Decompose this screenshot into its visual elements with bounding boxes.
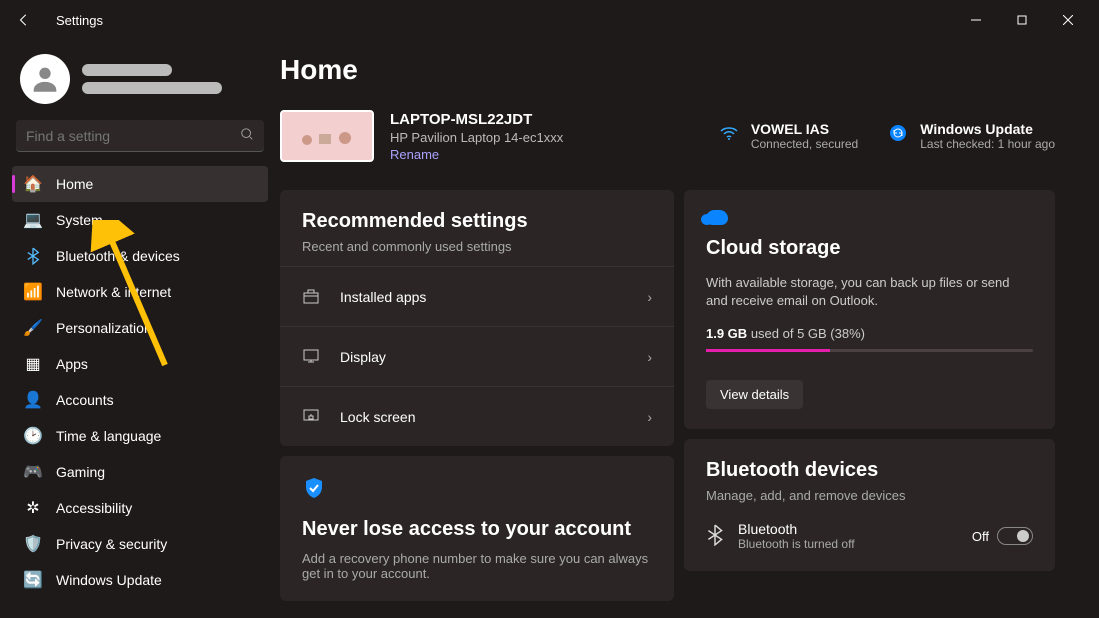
user-name-redacted [82, 64, 172, 76]
search-icon [240, 127, 254, 144]
storage-bar [706, 349, 1033, 352]
bluetooth-sub: Manage, add, and remove devices [706, 488, 1033, 503]
search-input[interactable] [26, 128, 240, 144]
bt-status: Bluetooth is turned off [738, 537, 958, 551]
nav-item-system[interactable]: 💻 System [12, 202, 268, 238]
nav-item-accessibility[interactable]: ✲ Accessibility [12, 490, 268, 526]
nav-icon: 🎮 [24, 463, 42, 481]
recovery-title: Never lose access to your account [302, 518, 652, 541]
rename-link[interactable]: Rename [390, 147, 563, 162]
device-model: HP Pavilion Laptop 14-ec1xxx [390, 130, 563, 145]
recommended-title: Recommended settings [302, 210, 652, 233]
setting-row-lock-screen[interactable]: Lock screen › [280, 386, 674, 446]
nav-label: Network & internet [56, 284, 171, 300]
bluetooth-toggle[interactable] [997, 527, 1033, 545]
nav-icon: 👤 [24, 391, 42, 409]
nav-item-windows-update[interactable]: 🔄 Windows Update [12, 562, 268, 598]
setting-row-installed-apps[interactable]: Installed apps › [280, 266, 674, 326]
nav-item-time-language[interactable]: 🕑 Time & language [12, 418, 268, 454]
minimize-button[interactable] [953, 4, 999, 36]
nav-label: System [56, 212, 103, 228]
nav-item-privacy-security[interactable]: 🛡️ Privacy & security [12, 526, 268, 562]
nav-label: Gaming [56, 464, 105, 480]
user-email-redacted [82, 82, 222, 94]
nav-item-network-internet[interactable]: 📶 Network & internet [12, 274, 268, 310]
setting-icon [302, 287, 322, 307]
nav-label: Accessibility [56, 500, 132, 516]
cloud-icon [706, 210, 728, 225]
page-title: Home [280, 54, 1055, 86]
nav-icon: 📶 [24, 283, 42, 301]
nav-icon [24, 247, 42, 265]
setting-label: Display [340, 349, 629, 365]
recommended-sub: Recent and commonly used settings [302, 239, 652, 254]
nav-label: Bluetooth & devices [56, 248, 180, 264]
device-name: LAPTOP-MSL22JDT [390, 111, 563, 128]
back-button[interactable] [8, 4, 40, 36]
wifi-status[interactable]: VOWEL IASConnected, secured [719, 121, 858, 151]
nav-label: Personalization [56, 320, 152, 336]
user-profile[interactable] [12, 50, 268, 108]
update-status[interactable]: Windows UpdateLast checked: 1 hour ago [888, 121, 1055, 151]
nav-label: Time & language [56, 428, 161, 444]
nav-item-home[interactable]: 🏠 Home [12, 166, 268, 202]
wifi-icon [719, 123, 739, 143]
chevron-right-icon: › [647, 409, 652, 425]
search-box[interactable] [16, 120, 264, 152]
shield-icon [302, 476, 652, 506]
cloud-card: Cloud storage With available storage, yo… [684, 190, 1055, 429]
recovery-card: Never lose access to your account Add a … [280, 456, 674, 601]
nav-label: Windows Update [56, 572, 162, 588]
nav-icon: 💻 [24, 211, 42, 229]
bt-name: Bluetooth [738, 521, 958, 537]
close-button[interactable] [1045, 4, 1091, 36]
cloud-desc: With available storage, you can back up … [706, 274, 1033, 310]
cloud-title: Cloud storage [706, 237, 1033, 260]
bluetooth-icon [706, 524, 724, 549]
setting-label: Installed apps [340, 289, 629, 305]
nav-icon: 🛡️ [24, 535, 42, 553]
recommended-card: Recommended settings Recent and commonly… [280, 190, 674, 446]
nav-icon: 🔄 [24, 571, 42, 589]
setting-label: Lock screen [340, 409, 629, 425]
nav-label: Home [56, 176, 93, 192]
setting-icon [302, 347, 322, 367]
toggle-label: Off [972, 529, 989, 544]
nav-icon: 🏠 [24, 175, 42, 193]
setting-icon [302, 407, 322, 427]
bluetooth-card: Bluetooth devices Manage, add, and remov… [684, 439, 1055, 571]
maximize-button[interactable] [999, 4, 1045, 36]
nav-icon: 🖌️ [24, 319, 42, 337]
chevron-right-icon: › [647, 289, 652, 305]
nav-label: Accounts [56, 392, 114, 408]
cloud-usage: 1.9 GB used of 5 GB (38%) [706, 326, 1033, 341]
nav-icon: ▦ [24, 355, 42, 373]
nav-icon: ✲ [24, 499, 42, 517]
view-details-button[interactable]: View details [706, 380, 803, 409]
avatar [20, 54, 70, 104]
update-icon [888, 123, 908, 143]
device-image [280, 110, 374, 162]
nav-item-personalization[interactable]: 🖌️ Personalization [12, 310, 268, 346]
recovery-sub: Add a recovery phone number to make sure… [302, 551, 652, 581]
bluetooth-title: Bluetooth devices [706, 459, 1033, 482]
window-title: Settings [56, 13, 103, 28]
nav-item-gaming[interactable]: 🎮 Gaming [12, 454, 268, 490]
nav-item-accounts[interactable]: 👤 Accounts [12, 382, 268, 418]
chevron-right-icon: › [647, 349, 652, 365]
nav-icon: 🕑 [24, 427, 42, 445]
nav-item-apps[interactable]: ▦ Apps [12, 346, 268, 382]
setting-row-display[interactable]: Display › [280, 326, 674, 386]
nav-label: Privacy & security [56, 536, 167, 552]
nav-item-bluetooth-devices[interactable]: Bluetooth & devices [12, 238, 268, 274]
nav-label: Apps [56, 356, 88, 372]
